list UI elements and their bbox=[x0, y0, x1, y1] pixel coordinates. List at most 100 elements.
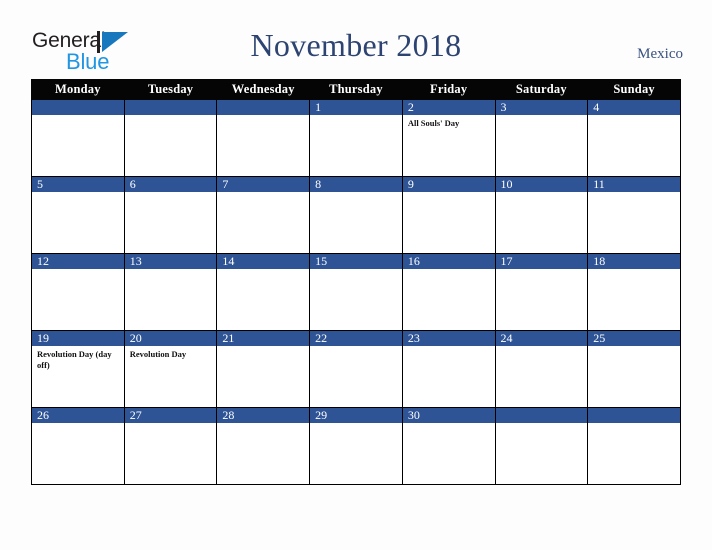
day-cell-inner: 19 Revolution Day (day off) bbox=[32, 331, 124, 407]
calendar-day-cell-2[interactable]: 2 All Souls' Day bbox=[401, 99, 496, 177]
calendar-day-cell-27[interactable]: 27 bbox=[123, 407, 218, 485]
day-number bbox=[495, 408, 588, 423]
day-number: 16 bbox=[402, 254, 495, 269]
day-cell-inner bbox=[495, 408, 588, 484]
calendar-day-cell-24[interactable]: 24 bbox=[494, 330, 589, 408]
calendar-day-cell-empty[interactable] bbox=[494, 407, 589, 485]
day-cell-inner: 1 bbox=[310, 100, 402, 176]
calendar-day-cell-6[interactable]: 6 bbox=[123, 176, 218, 254]
day-number: 28 bbox=[217, 408, 310, 423]
day-number: 2 bbox=[402, 100, 495, 115]
weekday-header-tuesday: Tuesday bbox=[123, 79, 218, 100]
calendar-day-cell-9[interactable]: 9 bbox=[401, 176, 496, 254]
day-number: 11 bbox=[588, 177, 680, 192]
calendar-day-cell-empty[interactable] bbox=[123, 99, 218, 177]
day-number: 12 bbox=[32, 254, 124, 269]
day-cell-inner: 27 bbox=[124, 408, 217, 484]
day-number: 21 bbox=[217, 331, 310, 346]
calendar-day-cell-30[interactable]: 30 bbox=[401, 407, 496, 485]
calendar-day-cell-1[interactable]: 1 bbox=[309, 99, 403, 177]
day-number bbox=[588, 408, 680, 423]
calendar-day-cell-19[interactable]: 19 Revolution Day (day off) bbox=[31, 330, 125, 408]
day-cell-inner bbox=[217, 100, 310, 176]
calendar-header-row: Monday Tuesday Wednesday Thursday Friday Satu… bbox=[31, 79, 681, 100]
calendar-day-cell-23[interactable]: 23 bbox=[401, 330, 496, 408]
calendar-day-cell-21[interactable]: 21 bbox=[216, 330, 311, 408]
calendar-week-row: 1 2 All Souls' Day 3 4 bbox=[31, 99, 681, 177]
day-events: Revolution Day bbox=[125, 346, 217, 360]
day-number: 6 bbox=[124, 177, 217, 192]
weekday-header-sunday: Sunday bbox=[587, 79, 681, 100]
day-cell-inner bbox=[124, 100, 217, 176]
day-cell-inner: 24 bbox=[495, 331, 588, 407]
day-cell-inner: 18 bbox=[588, 254, 680, 330]
weekday-header-thursday: Thursday bbox=[309, 79, 403, 100]
calendar-week-row: 26 27 28 29 30 bbox=[31, 407, 681, 485]
calendar-day-cell-28[interactable]: 28 bbox=[216, 407, 311, 485]
calendar-day-cell-empty[interactable] bbox=[216, 99, 311, 177]
day-number: 3 bbox=[495, 100, 588, 115]
day-cell-inner: 12 bbox=[32, 254, 124, 330]
day-cell-inner: 25 bbox=[588, 331, 680, 407]
weekday-header-row: Monday Tuesday Wednesday Thursday Friday Satu… bbox=[31, 79, 681, 100]
day-cell-inner: 23 bbox=[402, 331, 495, 407]
calendar-day-cell-10[interactable]: 10 bbox=[494, 176, 589, 254]
calendar-day-cell-5[interactable]: 5 bbox=[31, 176, 125, 254]
day-number: 7 bbox=[217, 177, 310, 192]
day-cell-inner: 22 bbox=[310, 331, 402, 407]
calendar-day-cell-empty[interactable] bbox=[31, 99, 125, 177]
calendar-day-cell-empty[interactable] bbox=[587, 407, 681, 485]
weekday-header-wednesday: Wednesday bbox=[216, 79, 311, 100]
day-number: 26 bbox=[32, 408, 124, 423]
calendar-day-cell-17[interactable]: 17 bbox=[494, 253, 589, 331]
day-number bbox=[124, 100, 217, 115]
day-events: All Souls' Day bbox=[403, 115, 495, 129]
page-header: General Blue November 2018 Mexico bbox=[0, 0, 712, 78]
calendar-day-cell-16[interactable]: 16 bbox=[401, 253, 496, 331]
day-cell-inner: 13 bbox=[124, 254, 217, 330]
day-number: 24 bbox=[495, 331, 588, 346]
day-number: 9 bbox=[402, 177, 495, 192]
day-cell-inner: 26 bbox=[32, 408, 124, 484]
weekday-header-friday: Friday bbox=[401, 79, 496, 100]
calendar-week-row: 19 Revolution Day (day off) 20 Revolution D… bbox=[31, 330, 681, 408]
day-cell-inner: 7 bbox=[217, 177, 310, 253]
day-cell-inner: 2 All Souls' Day bbox=[402, 100, 495, 176]
calendar-day-cell-29[interactable]: 29 bbox=[309, 407, 403, 485]
weekday-header-monday: Monday bbox=[31, 79, 125, 100]
calendar-day-cell-11[interactable]: 11 bbox=[587, 176, 681, 254]
calendar-day-cell-4[interactable]: 4 bbox=[587, 99, 681, 177]
day-number: 20 bbox=[124, 331, 217, 346]
day-cell-inner: 10 bbox=[495, 177, 588, 253]
day-number: 25 bbox=[588, 331, 680, 346]
calendar-week-row: 12 13 14 15 16 17 18 bbox=[31, 253, 681, 331]
day-cell-inner: 11 bbox=[588, 177, 680, 253]
day-cell-inner bbox=[32, 100, 124, 176]
day-cell-inner: 6 bbox=[124, 177, 217, 253]
calendar-day-cell-3[interactable]: 3 bbox=[494, 99, 589, 177]
day-cell-inner: 21 bbox=[217, 331, 310, 407]
day-number: 30 bbox=[402, 408, 495, 423]
day-cell-inner bbox=[588, 408, 680, 484]
day-number: 29 bbox=[310, 408, 402, 423]
day-cell-inner: 15 bbox=[310, 254, 402, 330]
calendar-day-cell-8[interactable]: 8 bbox=[309, 176, 403, 254]
day-number bbox=[32, 100, 124, 115]
day-number: 1 bbox=[310, 100, 402, 115]
day-cell-inner: 4 bbox=[588, 100, 680, 176]
day-number: 4 bbox=[588, 100, 680, 115]
calendar-day-cell-22[interactable]: 22 bbox=[309, 330, 403, 408]
holiday-label: Revolution Day (day off) bbox=[37, 349, 112, 370]
calendar-day-cell-26[interactable]: 26 bbox=[31, 407, 125, 485]
day-cell-inner: 29 bbox=[310, 408, 402, 484]
calendar-day-cell-12[interactable]: 12 bbox=[31, 253, 125, 331]
calendar-day-cell-20[interactable]: 20 Revolution Day bbox=[123, 330, 218, 408]
calendar-day-cell-25[interactable]: 25 bbox=[587, 330, 681, 408]
calendar-day-cell-7[interactable]: 7 bbox=[216, 176, 311, 254]
calendar-day-cell-18[interactable]: 18 bbox=[587, 253, 681, 331]
day-number: 17 bbox=[495, 254, 588, 269]
calendar-day-cell-14[interactable]: 14 bbox=[216, 253, 311, 331]
calendar-day-cell-13[interactable]: 13 bbox=[123, 253, 218, 331]
calendar-day-cell-15[interactable]: 15 bbox=[309, 253, 403, 331]
weekday-header-saturday: Saturday bbox=[494, 79, 589, 100]
